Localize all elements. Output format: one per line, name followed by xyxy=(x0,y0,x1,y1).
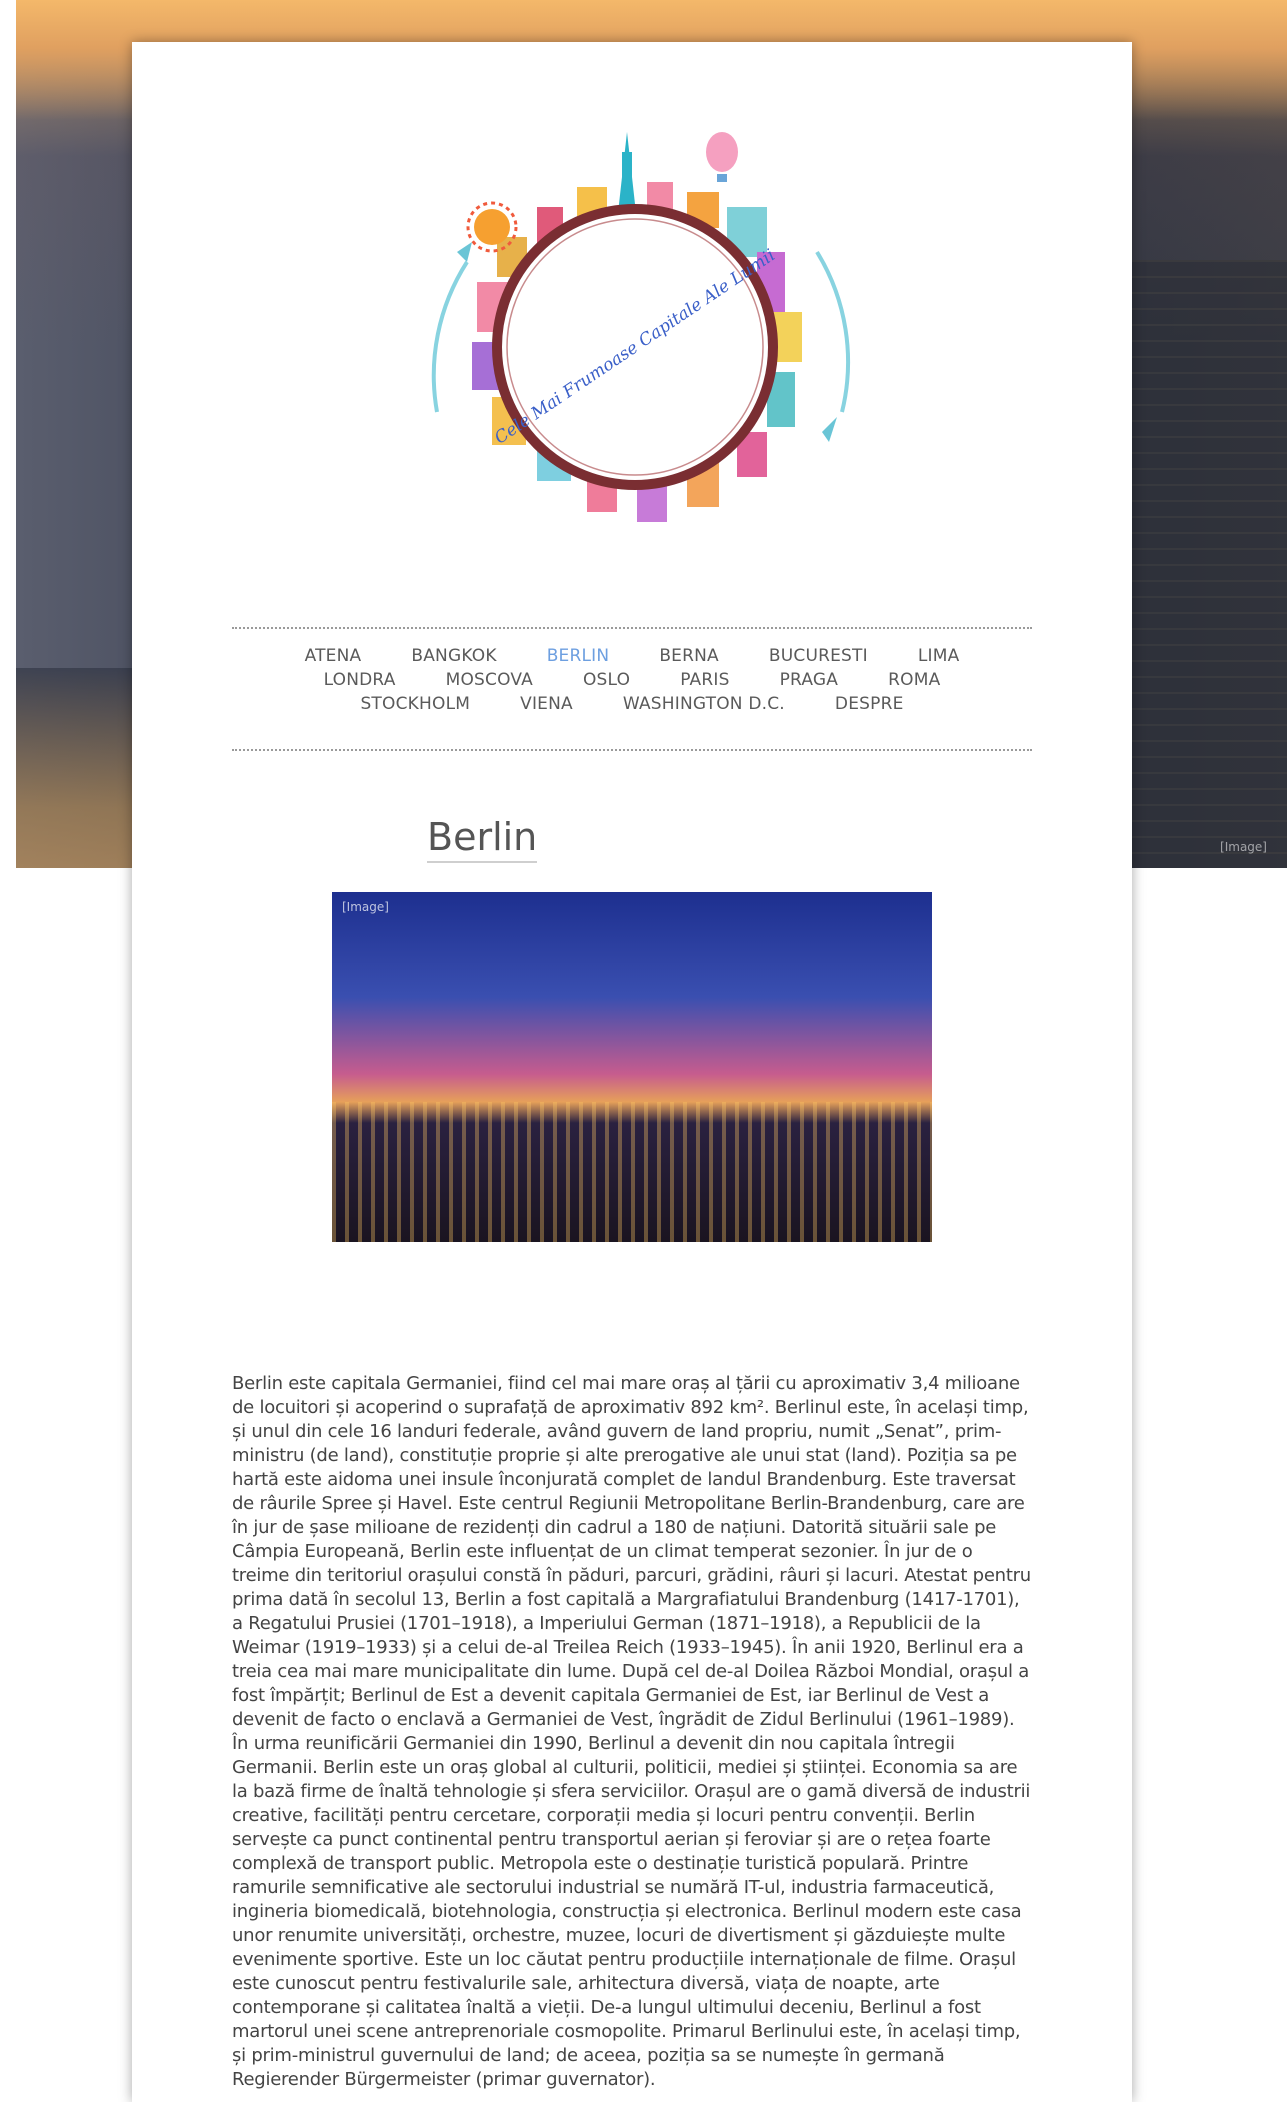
airplane-icon xyxy=(457,242,472,262)
coastline xyxy=(16,668,146,868)
content-card: Cele Mai Frumoase Capitale Ale Lumii ATE… xyxy=(132,42,1132,2102)
nav-item-stockholm[interactable]: STOCKHOLM xyxy=(360,692,470,716)
nav-item-londra[interactable]: LONDRA xyxy=(324,668,396,692)
nav-row: ATENA BANGKOK BERLIN BERNA BUCURESTI LIM… xyxy=(232,644,1032,668)
nav-item-paris[interactable]: PARIS xyxy=(680,668,729,692)
article-body: Berlin este capitala Germaniei, fiind ce… xyxy=(232,1373,1031,2090)
berlin-skyline-photo: [Image] xyxy=(332,892,932,1242)
nav-item-viena[interactable]: VIENA xyxy=(520,692,573,716)
nav-item-oslo[interactable]: OSLO xyxy=(583,668,630,692)
nav-item-berna[interactable]: BERNA xyxy=(659,644,719,668)
nav-item-lima[interactable]: LIMA xyxy=(918,644,960,668)
nav-item-praga[interactable]: PRAGA xyxy=(780,668,839,692)
nav-item-washington[interactable]: WASHINGTON D.C. xyxy=(623,692,785,716)
site-logo[interactable]: Cele Mai Frumoase Capitale Ale Lumii xyxy=(397,112,887,582)
main-navigation: ATENA BANGKOK BERLIN BERNA BUCURESTI LIM… xyxy=(232,644,1032,716)
sun-icon xyxy=(474,209,510,245)
nav-item-atena[interactable]: ATENA xyxy=(305,644,362,668)
hillside-city-lights xyxy=(1127,260,1287,868)
hot-air-balloon-icon xyxy=(706,132,738,172)
airplane-icon xyxy=(822,417,837,442)
nav-item-berlin[interactable]: BERLIN xyxy=(547,644,610,668)
nav-bottom-divider xyxy=(232,749,1032,751)
nav-row: STOCKHOLM VIENA WASHINGTON D.C. DESPRE xyxy=(232,692,1032,716)
nav-item-despre[interactable]: DESPRE xyxy=(835,692,904,716)
nav-item-roma[interactable]: ROMA xyxy=(888,668,940,692)
nav-top-divider xyxy=(232,627,1032,629)
nav-item-bucuresti[interactable]: BUCURESTI xyxy=(769,644,868,668)
page-title: Berlin xyxy=(427,815,538,864)
nav-row: LONDRA MOSCOVA OSLO PARIS PRAGA ROMA xyxy=(232,668,1032,692)
nav-item-moscova[interactable]: MOSCOVA xyxy=(446,668,533,692)
nav-item-bangkok[interactable]: BANGKOK xyxy=(411,644,496,668)
